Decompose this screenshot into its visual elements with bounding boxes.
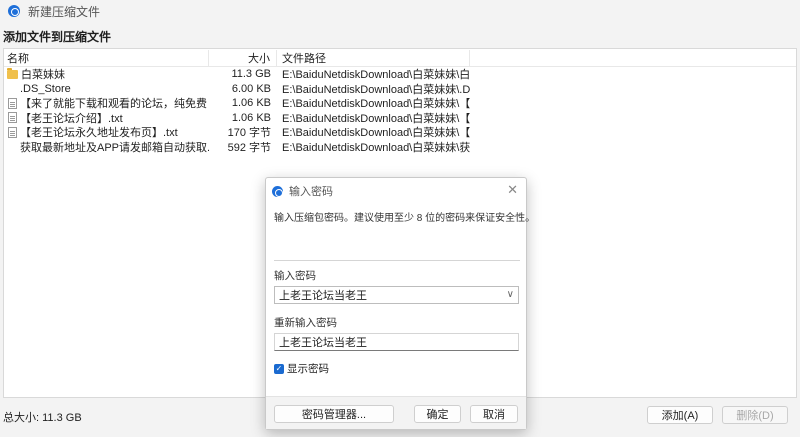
- column-header-size[interactable]: 大小: [209, 49, 277, 66]
- dialog-title: 输入密码: [289, 186, 333, 198]
- ok-button[interactable]: 确定: [414, 405, 461, 423]
- dialog-description: 输入压缩包密码。建议使用至少 8 位的密码来保证安全性。: [274, 213, 536, 224]
- file-size: 592 字节: [227, 141, 271, 154]
- section-title: 添加文件到压缩文件: [3, 30, 112, 44]
- column-header-name[interactable]: 名称: [4, 49, 209, 66]
- show-password-checkbox[interactable]: ✓ 显示密码: [274, 361, 329, 376]
- password-value: 上老王论坛当老王: [279, 290, 367, 302]
- text-file-icon: [8, 126, 17, 138]
- password-manager-button[interactable]: 密码管理器...: [274, 405, 394, 423]
- file-size: 11.3 GB: [231, 68, 271, 81]
- chevron-down-icon[interactable]: ∨: [507, 289, 514, 300]
- file-row[interactable]: 获取最新地址及APP请发邮箱自动获取.txt 592 字节 E:\BaiduNe…: [4, 140, 796, 155]
- column-header-path[interactable]: 文件路径: [277, 49, 470, 66]
- cancel-button[interactable]: 取消: [470, 405, 518, 423]
- folder-icon: [7, 67, 18, 79]
- file-row[interactable]: 白菜妹妹 11.3 GB E:\BaiduNetdiskDownload\白菜妹…: [4, 67, 796, 82]
- file-row[interactable]: 【老王论坛永久地址发布页】.txt 170 字节 E:\BaiduNetdisk…: [4, 125, 796, 140]
- add-button[interactable]: 添加(A): [647, 406, 713, 424]
- file-size: 1.06 KB: [231, 111, 271, 124]
- total-size-status: 总大小: 11.3 GB: [3, 412, 82, 424]
- app-logo-icon: [272, 185, 283, 197]
- confirm-password-input[interactable]: 上老王论坛当老王: [274, 333, 519, 351]
- text-file-icon: [8, 97, 17, 109]
- file-size: 1.06 KB: [231, 97, 271, 110]
- file-list-header: 名称 大小 文件路径: [4, 49, 796, 67]
- text-file-icon: [8, 112, 17, 124]
- file-row[interactable]: 【来了就能下载和观看的论坛，纯免费！】.txt 1.06 KB E:\Baidu…: [4, 96, 796, 111]
- window-title: 新建压缩文件: [28, 4, 101, 19]
- password-input[interactable]: 上老王论坛当老王 ∨: [274, 286, 519, 304]
- password-dialog: 输入密码 ✕ 输入压缩包密码。建议使用至少 8 位的密码来保证安全性。 输入密码…: [265, 177, 535, 430]
- file-name: 获取最新地址及APP请发邮箱自动获取.txt: [20, 141, 209, 154]
- show-password-label: 显示密码: [287, 363, 329, 375]
- divider: [274, 260, 520, 261]
- confirm-password-label: 重新输入密码: [274, 317, 337, 329]
- confirm-password-value: 上老王论坛当老王: [279, 337, 367, 349]
- close-icon[interactable]: ✕: [507, 182, 518, 198]
- file-size: 6.00 KB: [231, 82, 271, 95]
- file-row[interactable]: 【老王论坛介绍】.txt 1.06 KB E:\BaiduNetdiskDown…: [4, 111, 796, 126]
- file-row[interactable]: .DS_Store 6.00 KB E:\BaiduNetdiskDownloa…: [4, 82, 796, 97]
- check-icon[interactable]: ✓: [274, 363, 284, 374]
- file-name: .DS_Store: [20, 82, 71, 95]
- dialog-titlebar: 输入密码: [272, 183, 333, 199]
- window-titlebar: 新建压缩文件: [0, 0, 800, 22]
- file-name: 白菜妹妹: [21, 69, 65, 82]
- dialog-footer: 密码管理器... 确定 取消: [266, 396, 526, 429]
- app-logo-icon: [8, 5, 20, 17]
- file-path: E:\BaiduNetdiskDownload\白菜妹妹\获取最新...: [282, 141, 470, 154]
- password-label: 输入密码: [274, 270, 316, 282]
- delete-button[interactable]: 删除(D): [722, 406, 788, 424]
